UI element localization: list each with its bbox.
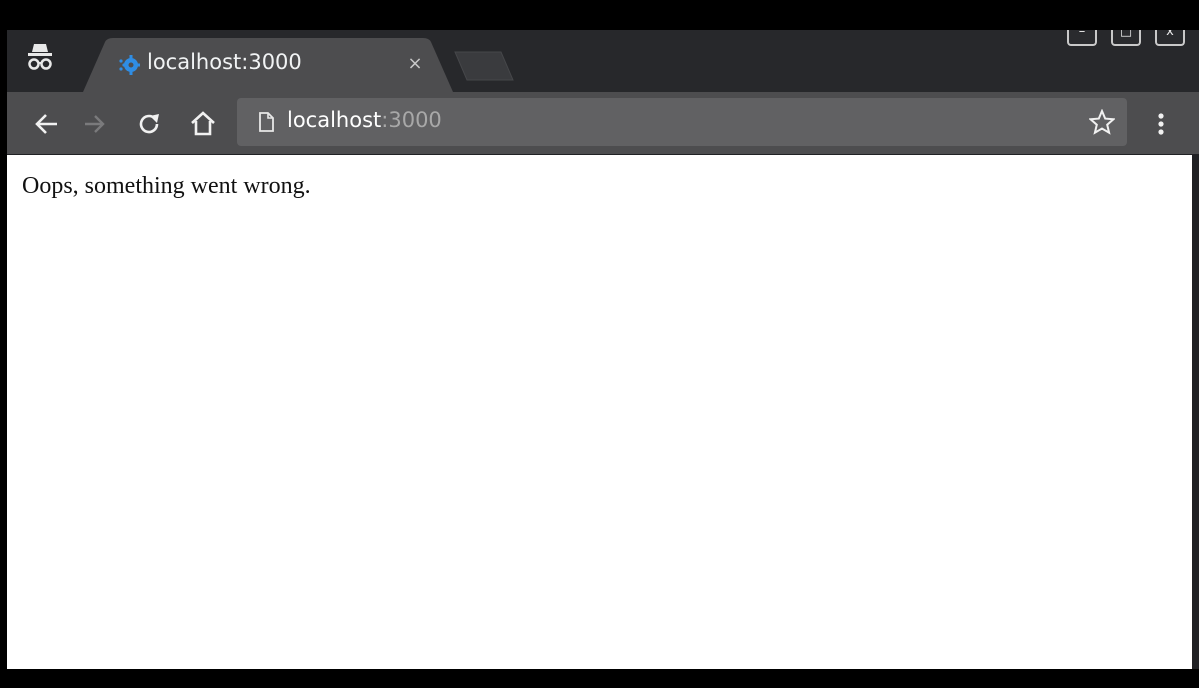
minimize-icon: –	[1078, 30, 1086, 39]
minimize-button[interactable]: –	[1067, 30, 1097, 46]
back-arrow-icon	[35, 114, 57, 134]
more-vert-icon	[1158, 113, 1164, 135]
menu-button[interactable]	[1149, 108, 1173, 140]
home-button[interactable]	[187, 108, 219, 140]
close-icon: x	[1166, 30, 1174, 39]
reload-button[interactable]	[133, 108, 165, 140]
page-icon	[257, 112, 275, 132]
address-bar[interactable]: localhost:3000	[237, 98, 1127, 146]
tab-favicon-icon	[117, 53, 141, 77]
screen-frame: localhost:3000 × – □ x localhost:3000 Oo…	[0, 0, 1199, 688]
url-host: localhost	[287, 108, 382, 132]
url-port: :3000	[381, 108, 442, 132]
forward-arrow-icon	[85, 115, 105, 133]
active-tab[interactable]: localhost:3000 ×	[83, 38, 453, 92]
tab-close-icon[interactable]: ×	[405, 54, 425, 74]
error-message: Oops, something went wrong.	[22, 173, 311, 199]
maximize-button[interactable]: □	[1111, 30, 1141, 46]
home-icon	[191, 111, 215, 136]
maximize-icon: □	[1119, 30, 1133, 39]
forward-button[interactable]	[79, 108, 111, 140]
reload-icon	[139, 114, 159, 134]
incognito-icon	[25, 42, 55, 76]
new-tab-button[interactable]	[453, 50, 515, 82]
page-content: Oops, something went wrong.	[7, 155, 1192, 669]
close-window-button[interactable]: x	[1155, 30, 1185, 46]
url-text: localhost:3000	[287, 108, 442, 132]
back-button[interactable]	[31, 108, 63, 140]
tab-title: localhost:3000	[147, 50, 302, 74]
browser-toolbar: localhost:3000	[7, 92, 1199, 154]
bookmark-star-icon[interactable]	[1088, 108, 1116, 135]
tab-strip: localhost:3000 × – □ x	[7, 30, 1199, 92]
